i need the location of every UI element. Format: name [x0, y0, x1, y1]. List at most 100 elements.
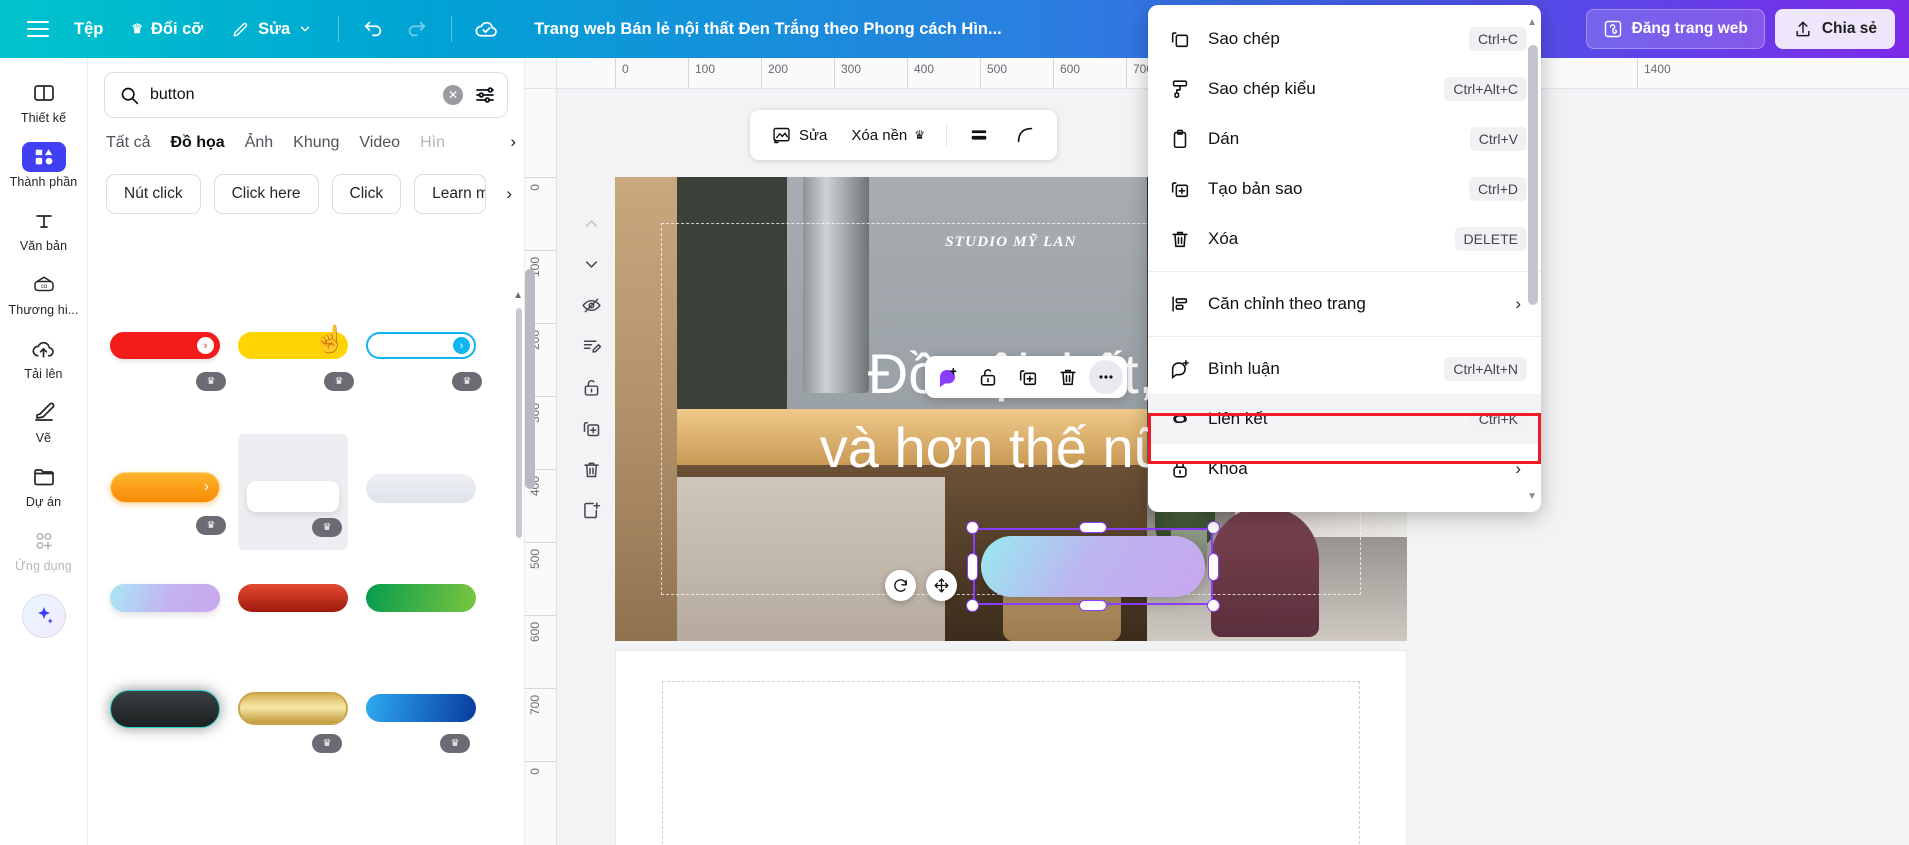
sidebar-item-brand[interactable]: co Thương hi...: [6, 264, 82, 324]
document-title[interactable]: Trang web Bán lẻ nội thất Đen Trắng theo…: [524, 14, 1012, 45]
duplicate-page[interactable]: [575, 413, 607, 443]
chip-click[interactable]: Click: [331, 174, 402, 214]
result-item[interactable]: ♛: [238, 434, 348, 562]
result-item[interactable]: [110, 672, 220, 782]
tab-graphics[interactable]: Đồ họa: [170, 134, 224, 154]
panel-scrollbar[interactable]: [516, 308, 522, 538]
context-menu-item-delete[interactable]: Xóa DELETE: [1148, 214, 1541, 264]
panel-scroll-up-icon[interactable]: ▲: [513, 290, 523, 301]
result-item[interactable]: › ♛: [110, 332, 226, 434]
sidebar-item-design[interactable]: Thiết kế: [6, 72, 82, 132]
result-item[interactable]: ♛: [238, 672, 348, 782]
redo-button[interactable]: [397, 9, 437, 49]
tab-shapes[interactable]: Hìn: [420, 134, 445, 154]
filter-sliders-icon[interactable]: [473, 83, 497, 107]
context-menu-item-paste[interactable]: Dán Ctrl+V: [1148, 114, 1541, 164]
gold-gradient-button-thumb[interactable]: [238, 692, 348, 725]
resize-handle-bottom[interactable]: [1079, 600, 1107, 611]
add-page[interactable]: [575, 495, 607, 525]
remove-background-button[interactable]: Xóa nền ♛: [842, 117, 934, 153]
resize-handle-top-right[interactable]: [1207, 521, 1220, 534]
black-neon-button-thumb[interactable]: [110, 690, 220, 728]
delete-element-button[interactable]: [1049, 360, 1087, 394]
duplicate-element-button[interactable]: [1009, 360, 1047, 394]
edit-image-button[interactable]: Sửa: [762, 117, 836, 153]
chip-nut-click[interactable]: Nút click: [106, 174, 201, 214]
tab-videos[interactable]: Video: [359, 134, 400, 154]
resize-handle-top-left[interactable]: [966, 521, 979, 534]
edit-mode-button[interactable]: Sửa: [219, 10, 324, 48]
canvas-page-2[interactable]: [615, 650, 1407, 845]
result-item[interactable]: [110, 562, 220, 672]
rotate-handle[interactable]: [885, 570, 916, 601]
light-grey-button-thumb[interactable]: [366, 474, 476, 503]
dark-red-button-thumb[interactable]: [238, 584, 348, 612]
add-comment-button[interactable]: [929, 360, 967, 394]
blue-gradient-button-thumb[interactable]: [366, 694, 476, 722]
sidebar-item-uploads[interactable]: Tải lên: [6, 328, 82, 388]
tab-all[interactable]: Tất cả: [106, 134, 150, 154]
sidebar-item-apps[interactable]: Ứng dụng: [6, 520, 82, 580]
context-menu-item-link[interactable]: Liên kết Ctrl+K: [1148, 394, 1541, 444]
red-pill-button-thumb[interactable]: ›: [110, 332, 220, 359]
share-button[interactable]: Chia sẻ: [1774, 9, 1895, 49]
result-item[interactable]: [238, 562, 348, 672]
magic-studio-button[interactable]: [21, 594, 66, 638]
vertical-ruler[interactable]: 0 100 200 300 400 500 600 700 0: [525, 89, 557, 845]
move-handle[interactable]: [926, 570, 957, 601]
chips-next-icon[interactable]: ›: [506, 174, 512, 214]
green-gradient-button-thumb[interactable]: [366, 584, 476, 612]
result-item[interactable]: [366, 562, 476, 672]
resize-button[interactable]: ♛ Đổi cỡ: [119, 10, 215, 48]
chevron-right-icon[interactable]: ›: [510, 132, 516, 152]
context-menu-item-copy[interactable]: Sao chép Ctrl+C: [1148, 14, 1541, 64]
cyan-outline-button-thumb[interactable]: ›: [366, 332, 476, 359]
sidebar-item-projects[interactable]: Dự án: [6, 456, 82, 516]
scroll-down-page[interactable]: [575, 249, 607, 279]
publish-website-button[interactable]: Đăng trang web: [1585, 9, 1765, 49]
lilac-gradient-button-thumb[interactable]: [110, 584, 220, 612]
context-menu-item-align-to-page[interactable]: Căn chỉnh theo trang ›: [1148, 279, 1541, 329]
sidebar-item-text[interactable]: Văn bản: [6, 200, 82, 260]
context-menu-item-comment[interactable]: Bình luận Ctrl+Alt+N: [1148, 344, 1541, 394]
more-options-button[interactable]: [1089, 360, 1123, 394]
curve-button[interactable]: [1005, 117, 1045, 153]
resize-handle-bottom-right[interactable]: [1207, 599, 1220, 612]
clear-icon[interactable]: ✕: [443, 85, 463, 105]
caret-down-icon[interactable]: ▼: [1527, 491, 1537, 502]
context-menu-item-copy-style[interactable]: Sao chép kiểu Ctrl+Alt+C: [1148, 64, 1541, 114]
search-box[interactable]: ✕: [104, 72, 508, 118]
tab-photos[interactable]: Ảnh: [245, 134, 273, 154]
hide-page[interactable]: [575, 290, 607, 320]
lock-page[interactable]: [575, 372, 607, 402]
context-menu-scrollbar[interactable]: [1528, 45, 1538, 305]
chip-click-here[interactable]: Click here: [213, 174, 319, 214]
delete-page[interactable]: [575, 454, 607, 484]
result-item[interactable]: [366, 434, 476, 562]
chip-learn-more[interactable]: Learn m: [414, 174, 487, 214]
hamburger-menu-button[interactable]: [18, 9, 58, 49]
orange-gradient-button-thumb[interactable]: ›: [110, 472, 220, 503]
vertical-scrollbar[interactable]: [525, 269, 535, 489]
context-menu-item-duplicate[interactable]: Tạo bản sao Ctrl+D: [1148, 164, 1541, 214]
file-menu-button[interactable]: Tệp: [62, 10, 115, 48]
scroll-up-page[interactable]: [575, 208, 607, 238]
cloud-save-status-button[interactable]: [466, 9, 506, 49]
sidebar-item-elements[interactable]: Thành phần: [6, 136, 82, 196]
caret-up-icon[interactable]: ▲: [1527, 17, 1537, 28]
resize-handle-bottom-left[interactable]: [966, 599, 979, 612]
selected-element[interactable]: [966, 521, 1220, 612]
lines-button[interactable]: [959, 117, 999, 153]
rename-page[interactable]: [575, 331, 607, 361]
resize-handle-left[interactable]: [967, 553, 978, 581]
sidebar-item-draw[interactable]: Vẽ: [6, 392, 82, 452]
resize-handle-top[interactable]: [1079, 522, 1107, 533]
search-input[interactable]: [150, 86, 433, 104]
result-item[interactable]: ♛: [366, 672, 476, 782]
result-item[interactable]: › ♛: [366, 332, 482, 434]
lock-element-button[interactable]: [969, 360, 1007, 394]
tab-frames[interactable]: Khung: [293, 134, 339, 154]
result-item[interactable]: ☝ ♛: [238, 324, 354, 434]
result-item[interactable]: › ♛: [110, 434, 226, 562]
context-menu-item-lock[interactable]: Khóa ›: [1148, 444, 1541, 494]
